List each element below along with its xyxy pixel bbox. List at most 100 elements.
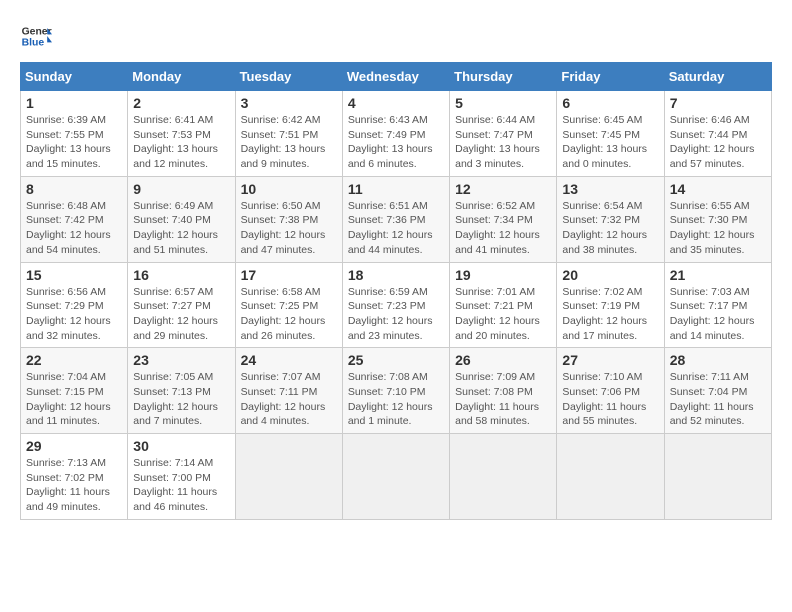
day-number: 13	[562, 181, 658, 197]
day-number: 15	[26, 267, 122, 283]
calendar-cell	[664, 434, 771, 520]
calendar-cell: 29 Sunrise: 7:13 AM Sunset: 7:02 PM Dayli…	[21, 434, 128, 520]
calendar-week-4: 22 Sunrise: 7:04 AM Sunset: 7:15 PM Dayli…	[21, 348, 772, 434]
day-number: 24	[241, 352, 337, 368]
day-info: Sunrise: 7:03 AM Sunset: 7:17 PM Dayligh…	[670, 285, 766, 344]
calendar-cell: 21 Sunrise: 7:03 AM Sunset: 7:17 PM Dayli…	[664, 262, 771, 348]
day-info: Sunrise: 7:13 AM Sunset: 7:02 PM Dayligh…	[26, 456, 122, 515]
calendar-cell: 13 Sunrise: 6:54 AM Sunset: 7:32 PM Dayli…	[557, 176, 664, 262]
day-number: 7	[670, 95, 766, 111]
day-info: Sunrise: 6:49 AM Sunset: 7:40 PM Dayligh…	[133, 199, 229, 258]
day-number: 23	[133, 352, 229, 368]
day-info: Sunrise: 7:08 AM Sunset: 7:10 PM Dayligh…	[348, 370, 444, 429]
day-info: Sunrise: 6:59 AM Sunset: 7:23 PM Dayligh…	[348, 285, 444, 344]
day-info: Sunrise: 6:54 AM Sunset: 7:32 PM Dayligh…	[562, 199, 658, 258]
day-info: Sunrise: 7:05 AM Sunset: 7:13 PM Dayligh…	[133, 370, 229, 429]
day-number: 29	[26, 438, 122, 454]
day-number: 3	[241, 95, 337, 111]
calendar-cell: 3 Sunrise: 6:42 AM Sunset: 7:51 PM Daylig…	[235, 91, 342, 177]
calendar-cell	[235, 434, 342, 520]
calendar-cell	[557, 434, 664, 520]
day-number: 26	[455, 352, 551, 368]
logo-icon: General Blue	[20, 20, 52, 52]
calendar-cell: 11Sunrise: 6:51 AM Sunset: 7:36 PM Dayli…	[342, 176, 449, 262]
day-info: Sunrise: 6:43 AM Sunset: 7:49 PM Dayligh…	[348, 113, 444, 172]
day-number: 18	[348, 267, 444, 283]
day-info: Sunrise: 7:02 AM Sunset: 7:19 PM Dayligh…	[562, 285, 658, 344]
day-number: 9	[133, 181, 229, 197]
day-info: Sunrise: 7:09 AM Sunset: 7:08 PM Dayligh…	[455, 370, 551, 429]
weekday-header-wednesday: Wednesday	[342, 63, 449, 91]
day-number: 22	[26, 352, 122, 368]
day-info: Sunrise: 6:56 AM Sunset: 7:29 PM Dayligh…	[26, 285, 122, 344]
day-number: 20	[562, 267, 658, 283]
calendar-cell: 27 Sunrise: 7:10 AM Sunset: 7:06 PM Dayli…	[557, 348, 664, 434]
calendar-cell: 10Sunrise: 6:50 AM Sunset: 7:38 PM Dayli…	[235, 176, 342, 262]
calendar-cell: 4 Sunrise: 6:43 AM Sunset: 7:49 PM Daylig…	[342, 91, 449, 177]
logo: General Blue	[20, 20, 52, 52]
day-number: 6	[562, 95, 658, 111]
calendar-week-1: 1 Sunrise: 6:39 AM Sunset: 7:55 PM Daylig…	[21, 91, 772, 177]
day-info: Sunrise: 6:50 AM Sunset: 7:38 PM Dayligh…	[241, 199, 337, 258]
day-number: 30	[133, 438, 229, 454]
calendar-week-2: 8 Sunrise: 6:48 AM Sunset: 7:42 PM Daylig…	[21, 176, 772, 262]
weekday-header-sunday: Sunday	[21, 63, 128, 91]
weekday-header-saturday: Saturday	[664, 63, 771, 91]
day-info: Sunrise: 7:07 AM Sunset: 7:11 PM Dayligh…	[241, 370, 337, 429]
day-info: Sunrise: 6:41 AM Sunset: 7:53 PM Dayligh…	[133, 113, 229, 172]
day-number: 25	[348, 352, 444, 368]
day-info: Sunrise: 6:58 AM Sunset: 7:25 PM Dayligh…	[241, 285, 337, 344]
calendar-cell: 15 Sunrise: 6:56 AM Sunset: 7:29 PM Dayli…	[21, 262, 128, 348]
calendar-cell	[450, 434, 557, 520]
day-info: Sunrise: 7:01 AM Sunset: 7:21 PM Dayligh…	[455, 285, 551, 344]
calendar-cell: 18 Sunrise: 6:59 AM Sunset: 7:23 PM Dayli…	[342, 262, 449, 348]
day-number: 2	[133, 95, 229, 111]
calendar-week-3: 15 Sunrise: 6:56 AM Sunset: 7:29 PM Dayli…	[21, 262, 772, 348]
day-number: 4	[348, 95, 444, 111]
day-number: 19	[455, 267, 551, 283]
weekday-header-tuesday: Tuesday	[235, 63, 342, 91]
calendar-table: SundayMondayTuesdayWednesdayThursdayFrid…	[20, 62, 772, 520]
day-number: 17	[241, 267, 337, 283]
day-info: Sunrise: 6:44 AM Sunset: 7:47 PM Dayligh…	[455, 113, 551, 172]
day-number: 8	[26, 181, 122, 197]
calendar-cell: 26 Sunrise: 7:09 AM Sunset: 7:08 PM Dayli…	[450, 348, 557, 434]
day-info: Sunrise: 7:10 AM Sunset: 7:06 PM Dayligh…	[562, 370, 658, 429]
calendar-cell: 17 Sunrise: 6:58 AM Sunset: 7:25 PM Dayli…	[235, 262, 342, 348]
day-number: 5	[455, 95, 551, 111]
day-info: Sunrise: 7:14 AM Sunset: 7:00 PM Dayligh…	[133, 456, 229, 515]
calendar-cell: 9 Sunrise: 6:49 AM Sunset: 7:40 PM Daylig…	[128, 176, 235, 262]
calendar-cell	[342, 434, 449, 520]
calendar-cell: 7Sunrise: 6:46 AM Sunset: 7:44 PM Daylig…	[664, 91, 771, 177]
calendar-cell: 22 Sunrise: 7:04 AM Sunset: 7:15 PM Dayli…	[21, 348, 128, 434]
weekday-header-row: SundayMondayTuesdayWednesdayThursdayFrid…	[21, 63, 772, 91]
day-number: 28	[670, 352, 766, 368]
day-info: Sunrise: 7:11 AM Sunset: 7:04 PM Dayligh…	[670, 370, 766, 429]
day-info: Sunrise: 7:04 AM Sunset: 7:15 PM Dayligh…	[26, 370, 122, 429]
day-info: Sunrise: 6:51 AM Sunset: 7:36 PM Dayligh…	[348, 199, 444, 258]
day-info: Sunrise: 6:52 AM Sunset: 7:34 PM Dayligh…	[455, 199, 551, 258]
calendar-cell: 24 Sunrise: 7:07 AM Sunset: 7:11 PM Dayli…	[235, 348, 342, 434]
day-info: Sunrise: 6:39 AM Sunset: 7:55 PM Dayligh…	[26, 113, 122, 172]
day-number: 12	[455, 181, 551, 197]
calendar-cell: 23 Sunrise: 7:05 AM Sunset: 7:13 PM Dayli…	[128, 348, 235, 434]
calendar-cell: 30 Sunrise: 7:14 AM Sunset: 7:00 PM Dayli…	[128, 434, 235, 520]
day-number: 21	[670, 267, 766, 283]
calendar-cell: 12 Sunrise: 6:52 AM Sunset: 7:34 PM Dayli…	[450, 176, 557, 262]
calendar-cell: 28 Sunrise: 7:11 AM Sunset: 7:04 PM Dayli…	[664, 348, 771, 434]
day-info: Sunrise: 6:48 AM Sunset: 7:42 PM Dayligh…	[26, 199, 122, 258]
page-header: General Blue	[20, 20, 772, 52]
calendar-cell: 16Sunrise: 6:57 AM Sunset: 7:27 PM Dayli…	[128, 262, 235, 348]
calendar-cell: 8 Sunrise: 6:48 AM Sunset: 7:42 PM Daylig…	[21, 176, 128, 262]
day-number: 27	[562, 352, 658, 368]
day-number: 14	[670, 181, 766, 197]
weekday-header-friday: Friday	[557, 63, 664, 91]
day-number: 1	[26, 95, 122, 111]
day-info: Sunrise: 6:45 AM Sunset: 7:45 PM Dayligh…	[562, 113, 658, 172]
calendar-cell: 25 Sunrise: 7:08 AM Sunset: 7:10 PM Dayli…	[342, 348, 449, 434]
calendar-cell: 6 Sunrise: 6:45 AM Sunset: 7:45 PM Daylig…	[557, 91, 664, 177]
calendar-cell: 5 Sunrise: 6:44 AM Sunset: 7:47 PM Daylig…	[450, 91, 557, 177]
day-info: Sunrise: 6:55 AM Sunset: 7:30 PM Dayligh…	[670, 199, 766, 258]
calendar-week-5: 29 Sunrise: 7:13 AM Sunset: 7:02 PM Dayli…	[21, 434, 772, 520]
day-info: Sunrise: 6:42 AM Sunset: 7:51 PM Dayligh…	[241, 113, 337, 172]
